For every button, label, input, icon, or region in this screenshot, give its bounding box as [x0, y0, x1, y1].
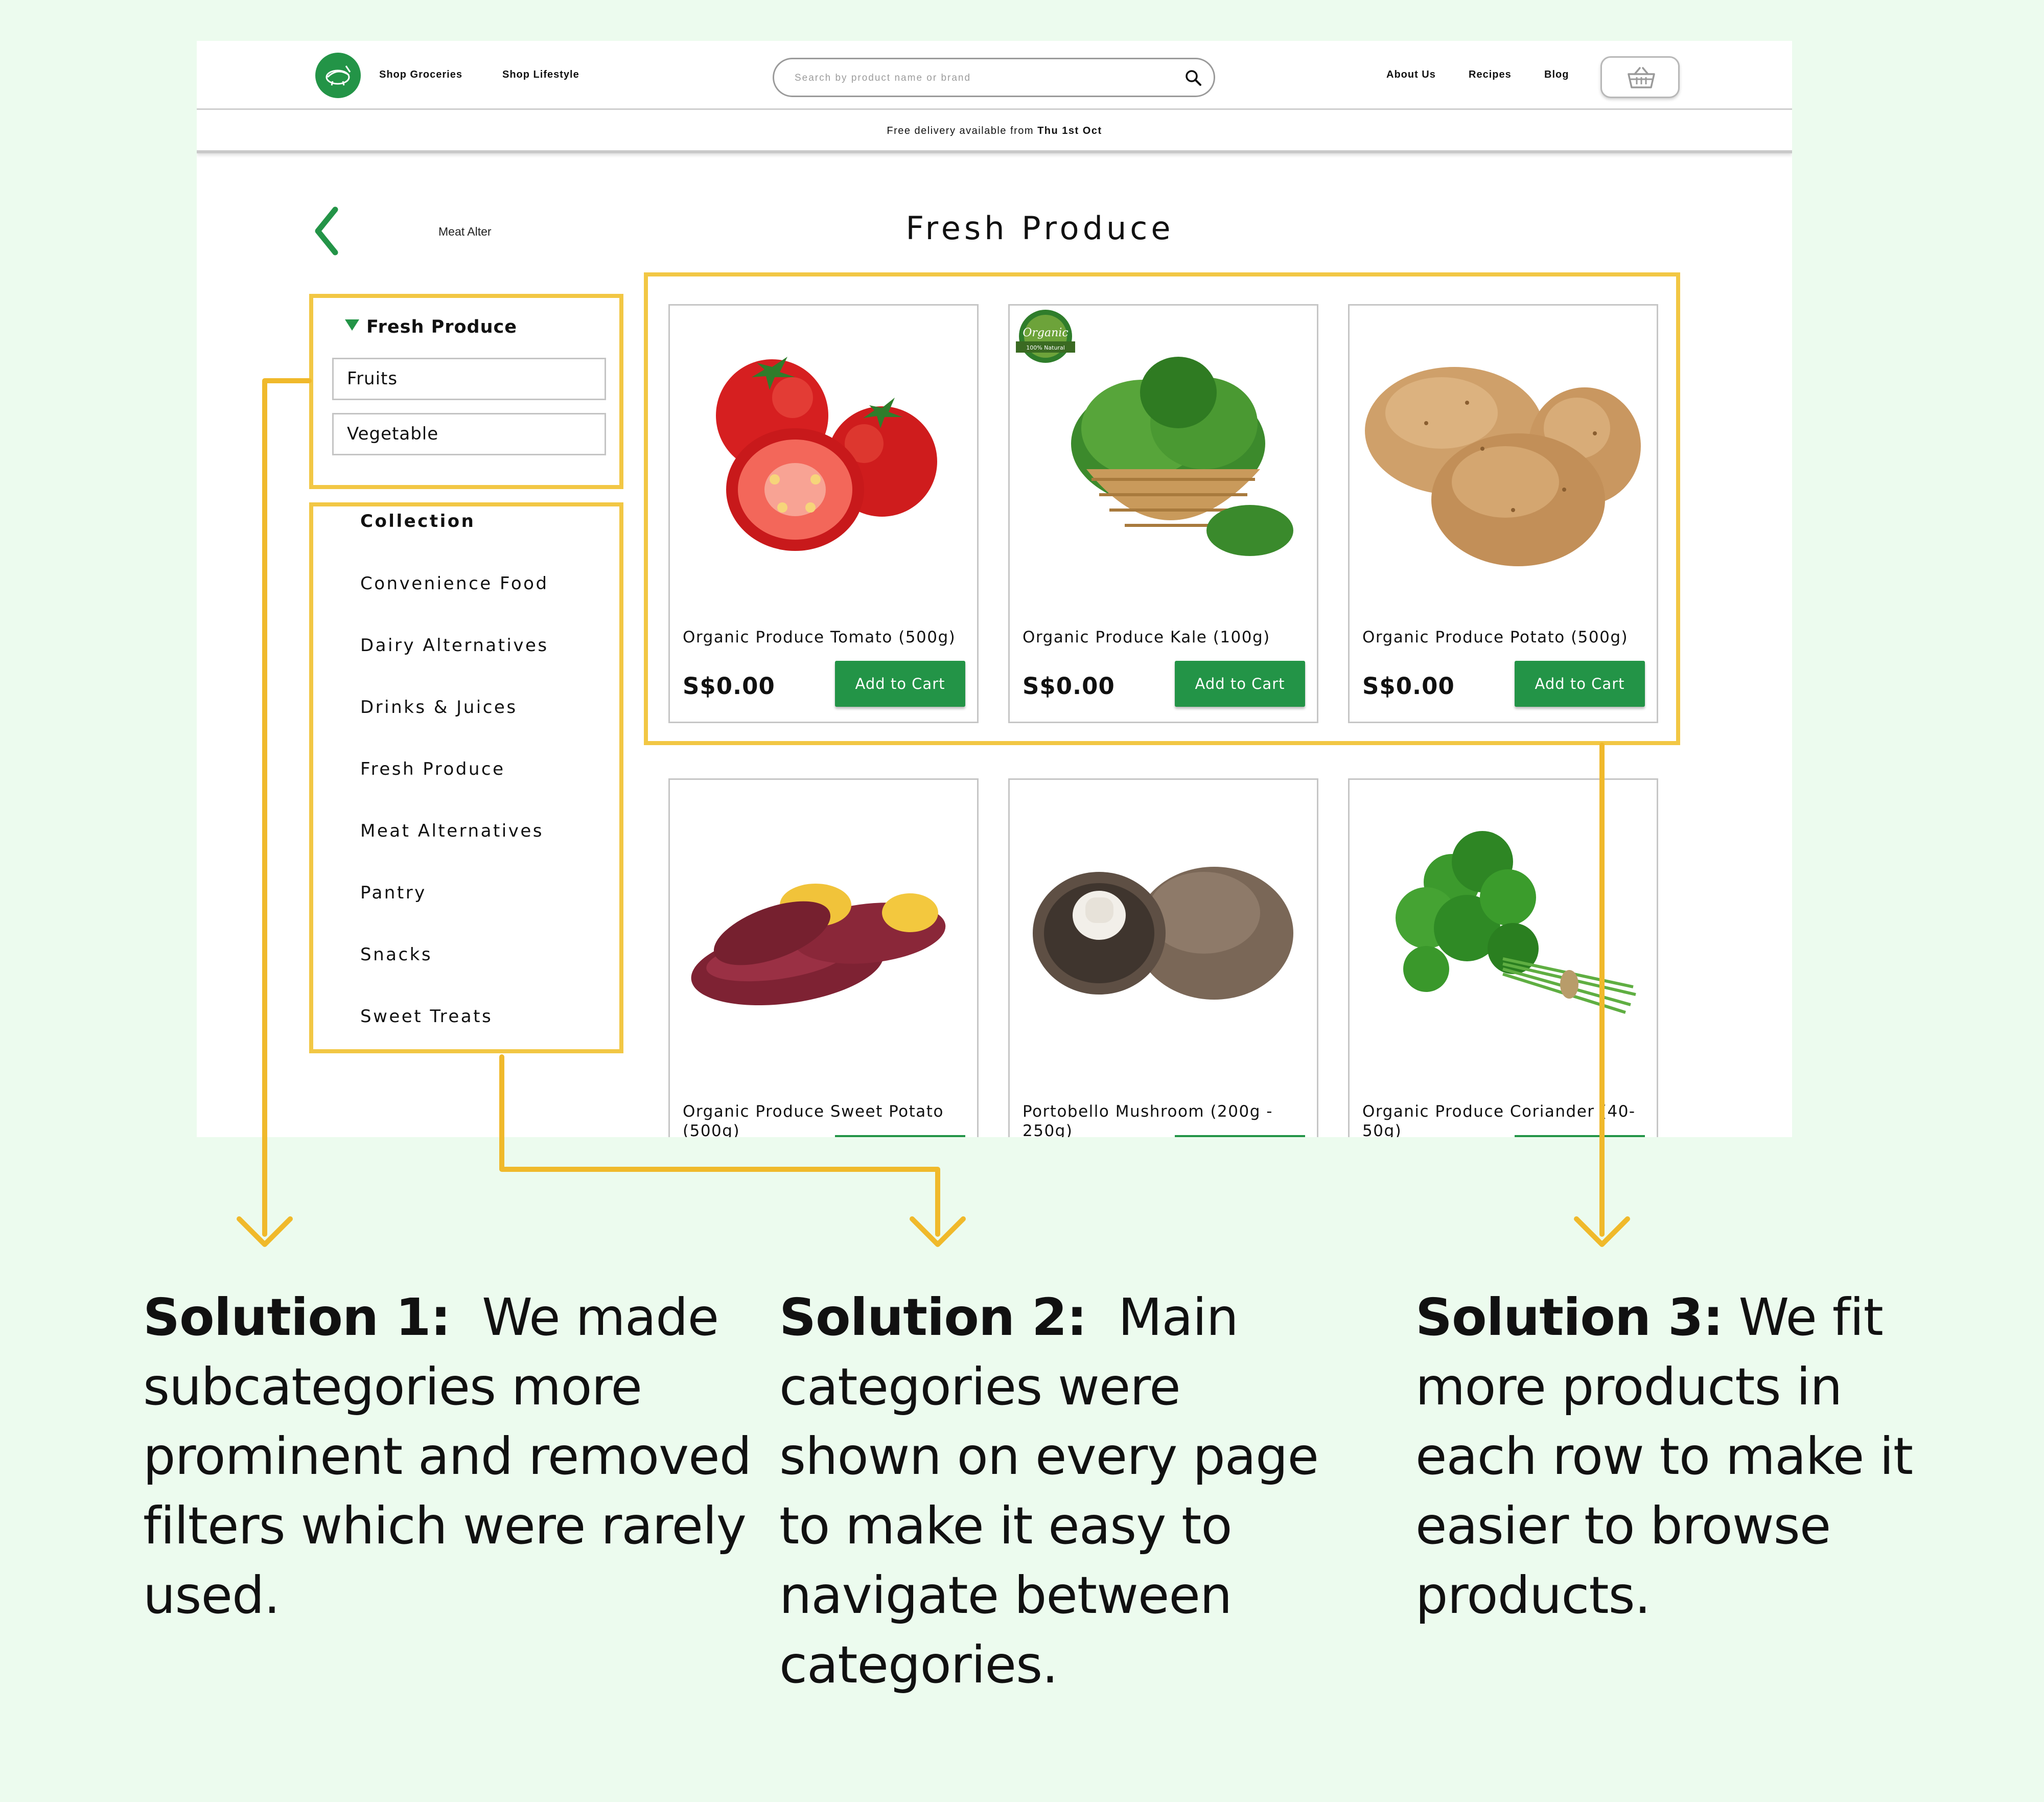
solution-2-heading: Solution 2:	[779, 1287, 1087, 1347]
connector-solution-1	[262, 378, 312, 1237]
solution-1: Solution 1: We made subcategories more p…	[143, 1283, 782, 1630]
solution-3: Solution 3: We fit more products in each…	[1415, 1283, 1932, 1630]
solution-2: Solution 2: Main categories were shown o…	[779, 1283, 1331, 1700]
solution-1-heading: Solution 1:	[143, 1287, 451, 1347]
solution-3-heading: Solution 3:	[1415, 1287, 1724, 1347]
solution-2-text: Main categories were shown on every page…	[779, 1287, 1319, 1695]
connector-solution-2	[499, 1054, 940, 1237]
